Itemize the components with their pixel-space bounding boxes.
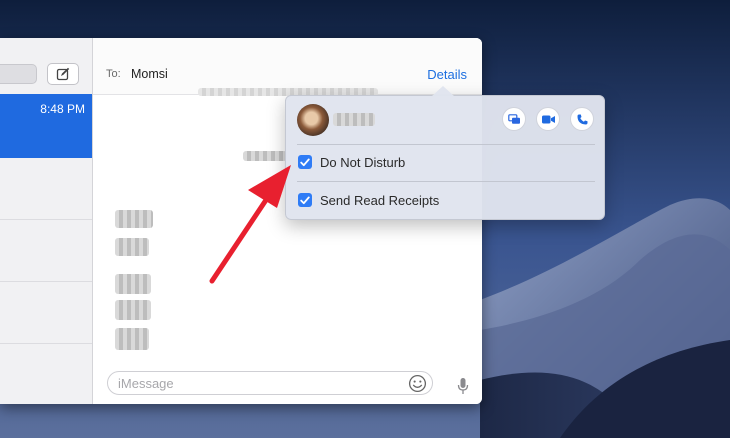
- do-not-disturb-option[interactable]: Do Not Disturb: [298, 153, 405, 171]
- blurred-message-bubble: [115, 274, 151, 294]
- conversation-pane: To: Momsi Details: [93, 38, 482, 404]
- conversation-item[interactable]: [0, 220, 92, 282]
- conversation-item[interactable]: [0, 158, 92, 220]
- to-label: To:: [106, 68, 121, 80]
- sidebar-search-field[interactable]: [0, 64, 37, 84]
- audio-call-button[interactable]: [570, 107, 594, 131]
- video-camera-icon: [541, 115, 555, 123]
- message-input[interactable]: [118, 374, 408, 392]
- contact-avatar: [297, 104, 329, 136]
- popover-divider: [297, 181, 595, 182]
- screen-share-button[interactable]: [502, 107, 526, 131]
- blurred-contact-name: [333, 113, 375, 126]
- checkmark-icon: [300, 158, 310, 166]
- send-read-receipts-option[interactable]: Send Read Receipts: [298, 191, 439, 209]
- conversation-item-selected[interactable]: 8:48 PM: [0, 94, 92, 158]
- send-read-receipts-checkbox[interactable]: [298, 193, 312, 207]
- blurred-message-text: [243, 151, 287, 161]
- phone-icon: [577, 114, 587, 124]
- popover-arrow: [432, 86, 454, 96]
- conversation-item[interactable]: [0, 282, 92, 344]
- blurred-message-bubble: [115, 238, 149, 256]
- emoji-icon[interactable]: [408, 374, 427, 393]
- conversation-header: To: Momsi Details: [93, 38, 482, 95]
- recipient-name: Momsi: [131, 67, 168, 81]
- screen-share-icon: [507, 113, 520, 124]
- messages-window: 8:48 PM To: Momsi Details: [0, 38, 482, 404]
- popover-divider: [297, 144, 595, 145]
- blurred-message-bubble: [115, 300, 151, 320]
- blurred-message-bubble: [115, 328, 149, 350]
- compose-icon: [56, 67, 70, 81]
- checkmark-icon: [300, 196, 310, 204]
- do-not-disturb-label: Do Not Disturb: [320, 154, 406, 170]
- conversation-sidebar: 8:48 PM: [0, 38, 93, 404]
- details-popover: Do Not Disturb Send Read Receipts: [285, 86, 605, 220]
- blurred-message-bubble: [115, 210, 153, 228]
- compose-button[interactable]: [47, 63, 79, 85]
- video-call-button[interactable]: [536, 107, 560, 131]
- send-read-receipts-label: Send Read Receipts: [320, 192, 440, 208]
- do-not-disturb-checkbox[interactable]: [298, 155, 312, 169]
- conversation-time: 8:48 PM: [40, 102, 85, 116]
- microphone-icon[interactable]: [457, 377, 469, 395]
- message-input-bar: [107, 371, 433, 395]
- details-button[interactable]: Details: [427, 67, 467, 82]
